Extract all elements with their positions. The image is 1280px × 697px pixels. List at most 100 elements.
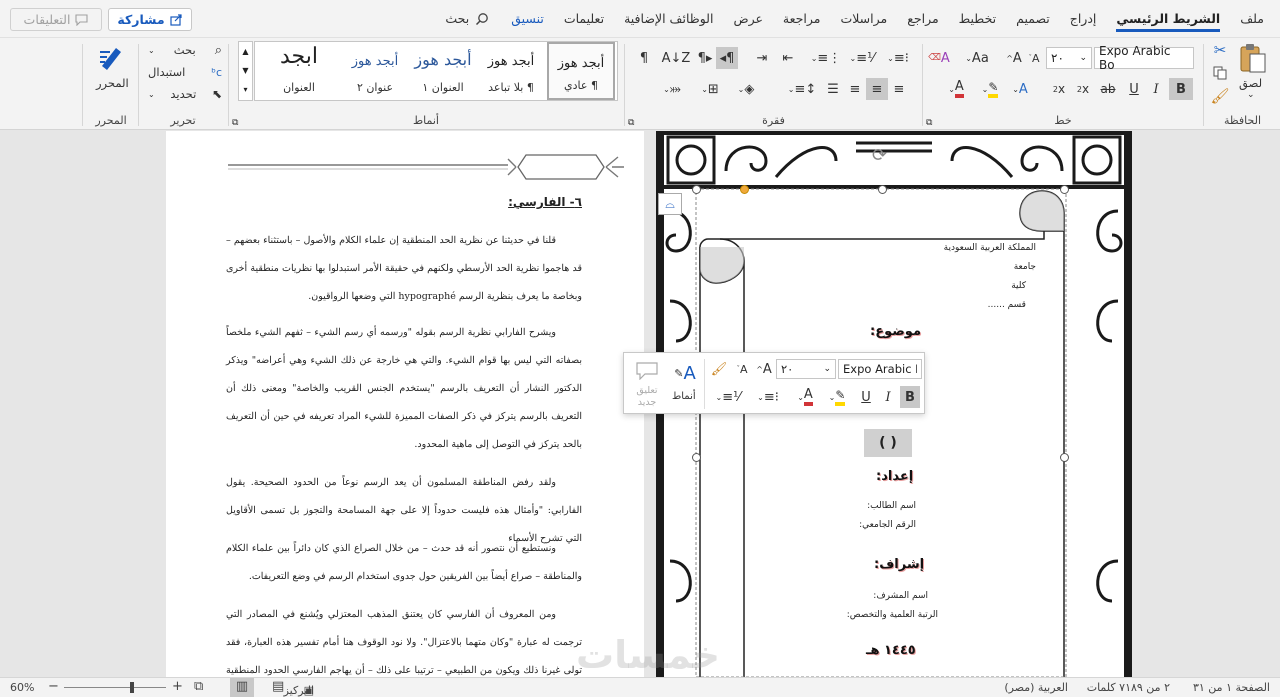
copy-button[interactable] [1210,63,1230,83]
title-placeholder[interactable]: ( ) [864,429,912,457]
tab-references[interactable]: مراجع [897,0,948,38]
mini-shrink-font-button[interactable]: Aˇ [732,359,752,379]
superscript-button[interactable]: x2 [1048,78,1070,100]
format-painter-button[interactable]: 🖌 [1210,86,1230,106]
tab-help[interactable]: تعليمات [554,0,614,38]
resize-handle-top-left[interactable] [692,185,701,194]
mini-grow-font-button[interactable]: A ^ [754,359,774,379]
text-effects-button[interactable]: A ⌄ [1004,78,1036,100]
cut-button[interactable]: ✂ [1210,40,1230,60]
mini-numbering-button[interactable]: ⅟≡ ⌄ [710,386,746,408]
tab-mailings[interactable]: مراسلات [830,0,897,38]
tab-format[interactable]: تنسيق [501,0,554,38]
style-heading-2[interactable]: أبجد هوز عنوان ٢ [341,42,409,100]
word-count[interactable]: ٢ من ٧١٨٩ كلمات [1087,681,1170,694]
style-title[interactable]: ابجد العنوان [265,42,333,100]
subscript-button[interactable]: x2 [1072,78,1094,100]
zoom-slider-thumb[interactable] [130,682,134,693]
rtl-direction-button[interactable]: ¶◂ [716,47,738,69]
strikethrough-button[interactable]: ab [1096,78,1120,100]
mini-font-color-button[interactable]: A ⌄ [790,386,820,408]
resize-handle-top-right[interactable] [1060,185,1069,194]
resize-handle-right[interactable] [1060,453,1069,462]
resize-handle-left[interactable] [692,453,701,462]
resize-handle-top[interactable] [878,185,887,194]
mini-styles-icon[interactable]: A ✎ [670,359,700,387]
tab-insert[interactable]: إدراج [1060,0,1107,38]
mini-font-size-box[interactable]: ⌄ ٢٠ [776,359,836,379]
page-count[interactable]: الصفحة ١ من ٣١ [1193,681,1270,694]
shading-button[interactable]: ◈ ⌄ [730,78,762,100]
kashida-button[interactable]: ⤗ ⌄ [656,78,688,100]
tab-addins[interactable]: الوظائف الإضافية [614,0,723,38]
line-spacing-button[interactable]: ↕≡ ⌄ [786,78,818,100]
zoom-slider[interactable] [64,687,166,688]
align-center-button[interactable]: ≡ [866,78,888,100]
decrease-indent-button[interactable]: ⇤ [776,47,800,69]
increase-indent-button[interactable]: ⇥ [750,47,774,69]
underline-button[interactable]: U [1124,78,1144,100]
zoom-in-icon[interactable]: + [172,679,183,694]
multilevel-list-button[interactable]: ⋮≡ ⌄ [808,47,844,69]
layout-options-icon[interactable]: ⌓ [658,193,682,215]
align-right-button[interactable]: ≡ [888,78,910,100]
read-mode-icon[interactable]: ▤ [272,679,284,694]
adjust-handle[interactable] [740,185,749,194]
share-button[interactable]: مشاركة [108,8,192,31]
print-layout-icon[interactable]: ▥ [230,678,254,697]
show-marks-button[interactable]: ¶ [632,47,656,69]
document-page-1[interactable]: ٦- الفارسي: قلنا في حديثنا عن نظرية الحد… [166,131,644,697]
zoom-out-icon[interactable]: − [48,679,59,694]
mini-highlight-button[interactable]: ✎ ⌄ [822,386,852,408]
tab-file[interactable]: ملف [1230,0,1274,38]
mini-styles-label[interactable]: أنماط [672,391,696,402]
editor-button[interactable] [94,40,128,74]
mini-bold-button[interactable]: B [900,386,920,408]
tell-me-search[interactable]: بحث [433,11,501,26]
paste-dropdown-icon[interactable]: ⌄ [1247,90,1255,100]
tab-view[interactable]: عرض [723,0,772,38]
tab-design[interactable]: تصميم [1006,0,1060,38]
style-normal[interactable]: أبجد هوز ¶ عادي [547,42,615,100]
style-heading-1[interactable]: أبجد هوز العنوان ١ [409,42,477,100]
borders-button[interactable]: ⊞ ⌄ [694,78,726,100]
numbering-button[interactable]: ⅟≡ ⌄ [844,47,880,69]
mini-font-name-box[interactable]: Expo Arabic Bo [838,359,922,379]
select-button[interactable]: ⬉ تحديد ⌄ [148,84,222,104]
language-indicator[interactable]: العربية (مصر) [1004,681,1068,694]
comments-button[interactable]: التعليقات [10,8,102,31]
mini-underline-button[interactable]: U [856,386,876,408]
mini-italic-button[interactable]: I [878,386,898,408]
tab-layout[interactable]: تخطيط [949,0,1006,38]
find-button[interactable]: ⌕ بحث ⌄ [148,40,222,60]
justify-button[interactable]: ☰ [822,78,844,100]
clear-formatting-button[interactable]: A ⌫ [926,47,952,69]
font-dialog-launcher-icon[interactable]: ⧉ [926,118,932,128]
mini-bullets-button[interactable]: ⁝≡ ⌄ [750,386,786,408]
paste-button[interactable] [1235,40,1271,76]
ltr-direction-button[interactable]: ▸¶ [694,47,716,69]
zoom-level[interactable]: 60% [10,681,34,694]
replace-button[interactable]: ᵇc استبدال [148,62,222,82]
tab-home[interactable]: الشريط الرئيسي [1106,0,1230,38]
italic-button[interactable]: I [1146,78,1166,100]
shrink-font-button[interactable]: Aˇ [1024,47,1044,69]
font-color-button[interactable]: A ⌄ [940,78,972,100]
web-layout-icon[interactable]: ⧉ [194,679,203,694]
tab-review[interactable]: مراجعة [773,0,831,38]
bullets-button[interactable]: ⁝≡ ⌄ [880,47,916,69]
mini-format-painter-button[interactable]: 🖌 [708,359,730,379]
change-case-button[interactable]: Aa ⌄ [962,47,992,69]
rotate-handle-icon[interactable]: ⟳ [872,145,887,166]
grow-font-button[interactable]: A ^ [1004,47,1024,69]
bold-button[interactable]: B [1169,78,1193,100]
highlight-button[interactable]: ✎ ⌄ [976,78,1004,100]
styles-scroll[interactable]: ▲ ▼ ▾ [238,41,253,101]
font-name-box[interactable]: Expo Arabic Bo [1094,44,1194,72]
paragraph-dialog-launcher-icon[interactable]: ⧉ [628,118,634,128]
style-no-spacing[interactable]: أبجد هوز ¶ بلا تباعد [477,42,545,100]
sort-button[interactable]: A↓Z [662,47,691,69]
font-size-box[interactable]: ⌄ ٢٠ [1046,47,1092,69]
align-left-button[interactable]: ≡ [844,78,866,100]
styles-dialog-launcher-icon[interactable]: ⧉ [232,118,238,128]
